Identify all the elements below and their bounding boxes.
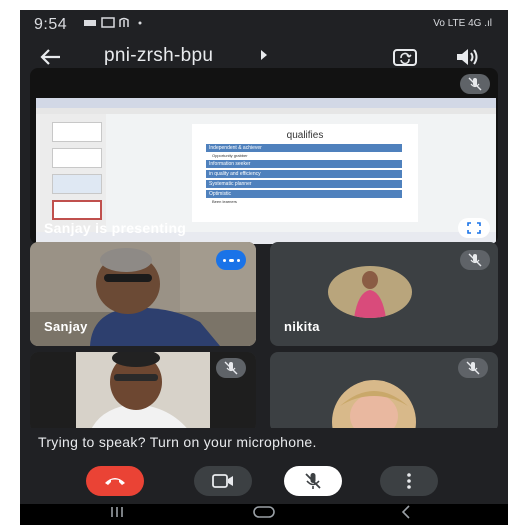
slide-item: Information seeker: [206, 160, 402, 168]
mic-off-badge: [458, 358, 488, 378]
current-slide: qualifies Independent & achiever Opportu…: [192, 124, 418, 222]
powerpoint-menu-bar: [36, 98, 496, 108]
back-chevron-icon: [401, 505, 410, 519]
end-call-icon: [105, 478, 125, 485]
slide-subitem: Opportunity grabber: [212, 153, 248, 158]
microphone-toggle-button[interactable]: [284, 466, 342, 496]
speaker-button[interactable]: [454, 46, 480, 70]
mic-off-icon: [466, 361, 480, 375]
recents-icon: [111, 507, 123, 517]
slide-thumbnail-selected: [52, 200, 102, 220]
signal-battery-indicators: Vo LTE 4G .ıl: [433, 18, 492, 29]
mic-off-icon: [468, 77, 482, 91]
home-icon: [253, 506, 275, 518]
android-navigation-bar: [20, 504, 508, 525]
speaking-indicator: [216, 250, 246, 270]
slide-title: qualifies: [286, 130, 324, 141]
call-controls: [20, 462, 508, 502]
status-bar: 9:54 Vo LTE 4G .ıl: [20, 10, 508, 36]
arrow-back-icon: [40, 49, 60, 65]
back-button[interactable]: [36, 44, 64, 70]
slide-subitem: Been learners: [212, 199, 237, 204]
slide-item: Independent & achiever: [206, 144, 402, 152]
meet-app-screen: 9:54 Vo LTE 4G .ıl pni-zrsh-bpu qualifie…: [20, 10, 508, 525]
slide-thumbnail: [52, 148, 102, 168]
meeting-code-title[interactable]: pni-zrsh-bpu: [104, 45, 213, 67]
presenting-caption: Sanjay is presenting: [44, 220, 187, 236]
caret-right-icon[interactable]: [260, 50, 268, 60]
slide-thumbnail: [52, 122, 102, 142]
slide-item: in quality and efficiency: [206, 170, 402, 178]
avatar: [328, 266, 412, 318]
switch-camera-icon: [393, 49, 417, 66]
participant-tile-nikita[interactable]: nikita: [270, 242, 498, 346]
more-options-button[interactable]: [380, 466, 438, 496]
slide-thumbnails: [36, 114, 106, 232]
back-nav-button[interactable]: [400, 505, 412, 524]
slide-item: Systematic planner: [206, 180, 402, 188]
participant-tile[interactable]: [270, 352, 498, 432]
participant-tile[interactable]: [30, 352, 256, 432]
fullscreen-button[interactable]: [458, 218, 490, 238]
mic-off-icon: [305, 473, 321, 489]
slide-item: Optimistic: [206, 190, 402, 198]
more-vert-icon: [407, 473, 411, 489]
presentation-tile[interactable]: qualifies Independent & achiever Opportu…: [30, 68, 498, 244]
slide-thumbnail: [52, 174, 102, 194]
status-time: 9:54: [34, 16, 68, 33]
camera-toggle-button[interactable]: [194, 466, 252, 496]
mic-off-badge: [216, 358, 246, 378]
toast-message: Trying to speak? Turn on your microphone…: [38, 434, 317, 450]
mic-off-icon: [468, 253, 482, 267]
end-call-button[interactable]: [86, 466, 144, 496]
participant-name: nikita: [284, 319, 320, 334]
participant-name: Sanjay: [44, 319, 88, 334]
avatar: [332, 380, 416, 432]
mic-off-badge: [460, 250, 490, 270]
volume-up-icon: [457, 49, 478, 65]
mic-off-icon: [224, 361, 238, 375]
home-button[interactable]: [252, 505, 276, 524]
notification-icons: [84, 17, 148, 32]
recents-button[interactable]: [110, 505, 124, 524]
mic-hint-toast: Trying to speak? Turn on your microphone…: [20, 428, 508, 458]
presenter-mic-off-badge: [460, 74, 490, 94]
fullscreen-icon: [467, 222, 481, 234]
camera-icon: [212, 474, 233, 488]
switch-camera-button[interactable]: [392, 46, 418, 70]
participant-tile-sanjay[interactable]: Sanjay: [30, 242, 256, 346]
